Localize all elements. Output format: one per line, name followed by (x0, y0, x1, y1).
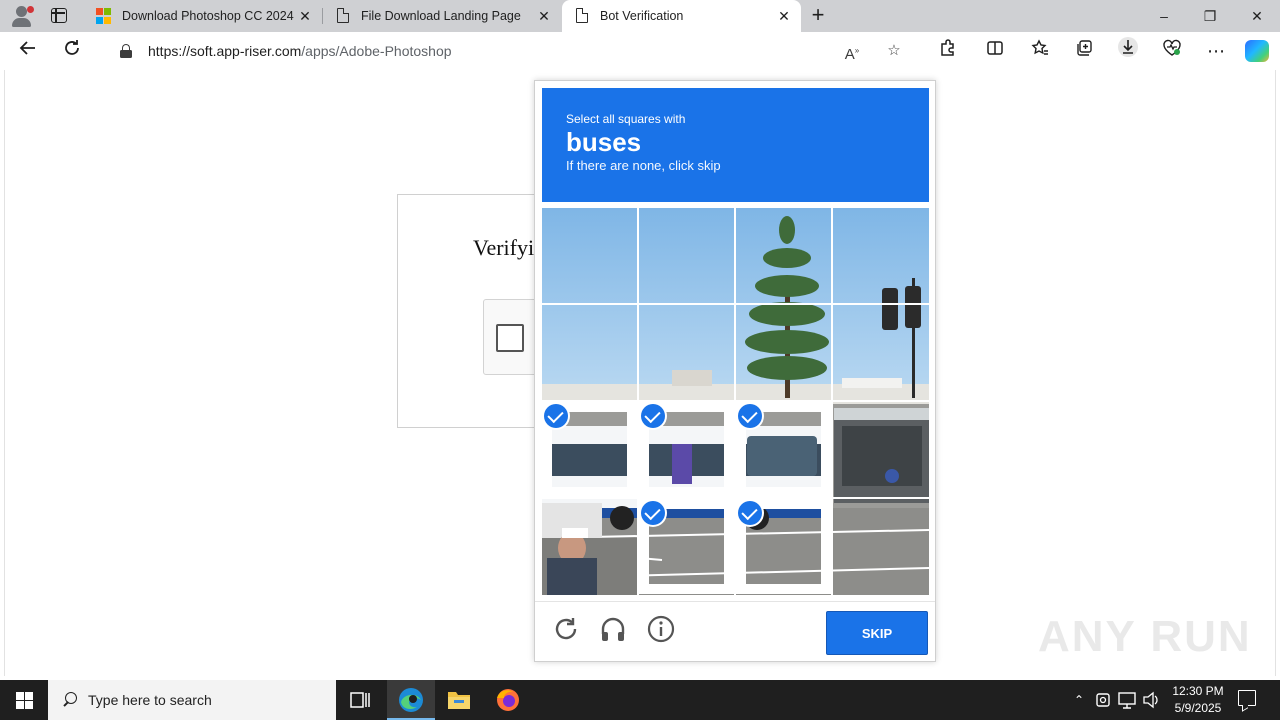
meet-now-icon[interactable] (1094, 680, 1112, 720)
notifications-icon[interactable] (1238, 690, 1256, 706)
favorite-star-icon[interactable]: ☆ (882, 39, 906, 63)
search-icon (62, 692, 78, 708)
captcha-challenge-popup: Select all squares with buses If there a… (534, 80, 936, 662)
captcha-tile[interactable] (736, 402, 831, 497)
captcha-tile[interactable] (639, 305, 734, 400)
task-view-button[interactable] (336, 680, 384, 720)
tab-bot-verification[interactable]: Bot Verification ✕ (562, 0, 801, 32)
microsoft-logo-icon (96, 8, 112, 24)
close-window-button[interactable]: ✕ (1234, 0, 1280, 32)
url-host: https://soft.app-riser.com (148, 43, 302, 59)
captcha-header: Select all squares with buses If there a… (542, 88, 929, 202)
verification-title: Verifyi (473, 235, 535, 260)
captcha-tile[interactable] (542, 305, 637, 400)
captcha-tile[interactable] (833, 208, 928, 303)
tab-strip: Download Photoshop CC 2024 x ✕ File Down… (0, 0, 1280, 32)
captcha-tile[interactable] (833, 305, 928, 400)
refresh-icon (65, 40, 79, 55)
tab-label: File Download Landing Page (361, 9, 521, 23)
recaptcha-checkbox[interactable] (496, 324, 524, 352)
collections-icon[interactable] (1069, 36, 1099, 66)
taskbar-search[interactable] (48, 680, 336, 720)
selected-check-icon (641, 404, 665, 428)
browser-toolbar: https://soft.app-riser.com/apps/Adobe-Ph… (0, 32, 1280, 70)
url-path: /apps/Adobe-Photoshop (301, 43, 452, 59)
tab-file-download[interactable]: File Download Landing Page ✕ (323, 0, 561, 32)
profile-icon[interactable] (8, 3, 34, 29)
clock-time: 12:30 PM (1172, 684, 1224, 698)
tab-close-icon[interactable]: ✕ (294, 5, 316, 27)
tab-label: Bot Verification (600, 9, 684, 23)
info-icon[interactable] (646, 614, 676, 644)
file-explorer-icon[interactable] (435, 680, 483, 720)
taskbar-clock[interactable]: 12:30 PM 5/9/2025 (1168, 683, 1228, 717)
captcha-tile[interactable] (736, 499, 831, 594)
captcha-tile[interactable] (833, 499, 928, 594)
page-icon (335, 7, 351, 24)
copilot-icon[interactable] (1245, 40, 1269, 62)
anyrun-watermark: ANY RUN (1038, 612, 1252, 661)
clock-date: 5/9/2025 (1174, 701, 1222, 715)
captcha-tile[interactable] (736, 305, 831, 400)
windows-taskbar: ⌃ 12:30 PM 5/9/2025 (0, 680, 1280, 720)
tab-label: Download Photoshop CC 2024 x (122, 9, 294, 23)
firefox-icon[interactable] (484, 680, 532, 720)
captcha-tile[interactable] (639, 208, 734, 303)
read-aloud-icon[interactable]: A» (840, 39, 864, 63)
network-icon[interactable] (1116, 680, 1138, 720)
captcha-instruction: Select all squares with (566, 112, 686, 126)
show-hidden-icons-button[interactable]: ⌃ (1068, 680, 1090, 720)
captcha-hint: If there are none, click skip (566, 158, 721, 173)
reload-challenge-icon[interactable] (551, 614, 581, 644)
back-arrow-icon (19, 41, 35, 55)
audio-challenge-icon[interactable] (598, 614, 628, 644)
captcha-target: buses (566, 127, 642, 157)
refresh-button[interactable] (57, 36, 87, 66)
browser-essentials-icon[interactable] (1157, 36, 1187, 66)
captcha-tile[interactable] (542, 499, 637, 594)
selected-check-icon (738, 501, 762, 525)
search-input[interactable] (88, 692, 328, 708)
captcha-tile[interactable] (833, 402, 928, 497)
new-tab-button[interactable]: + (806, 4, 830, 28)
tab-close-icon[interactable]: ✕ (533, 5, 555, 27)
captcha-footer: SKIP (535, 601, 935, 661)
lock-icon[interactable] (120, 44, 132, 58)
favorites-icon[interactable] (1025, 36, 1055, 66)
minimize-button[interactable]: – (1141, 0, 1187, 32)
address-bar[interactable]: https://soft.app-riser.com/apps/Adobe-Ph… (100, 35, 916, 67)
volume-icon[interactable] (1140, 680, 1162, 720)
captcha-tile[interactable] (542, 402, 637, 497)
restore-button[interactable]: ❐ (1187, 0, 1233, 32)
captcha-tile[interactable] (542, 208, 637, 303)
extensions-icon[interactable] (932, 36, 962, 66)
skip-button[interactable]: SKIP (826, 611, 928, 655)
selected-check-icon (544, 404, 568, 428)
captcha-tile[interactable] (736, 208, 831, 303)
url-text: https://soft.app-riser.com/apps/Adobe-Ph… (148, 43, 452, 59)
captcha-image-grid (542, 208, 929, 595)
selected-check-icon (738, 404, 762, 428)
selected-check-icon (641, 501, 665, 525)
split-screen-icon[interactable] (980, 36, 1010, 66)
captcha-tile[interactable] (639, 499, 734, 594)
downloads-icon[interactable] (1113, 36, 1143, 66)
edge-taskbar-icon[interactable] (387, 680, 435, 720)
back-button[interactable] (13, 36, 43, 66)
tab-download-photoshop[interactable]: Download Photoshop CC 2024 x ✕ (84, 0, 322, 32)
page-icon (574, 7, 590, 24)
tab-actions-icon[interactable] (51, 8, 67, 23)
more-options-icon[interactable]: ⋯ (1201, 36, 1231, 66)
windows-logo-icon (16, 692, 33, 709)
captcha-tile[interactable] (639, 402, 734, 497)
tab-close-icon[interactable]: ✕ (773, 5, 795, 27)
start-button[interactable] (0, 680, 48, 720)
